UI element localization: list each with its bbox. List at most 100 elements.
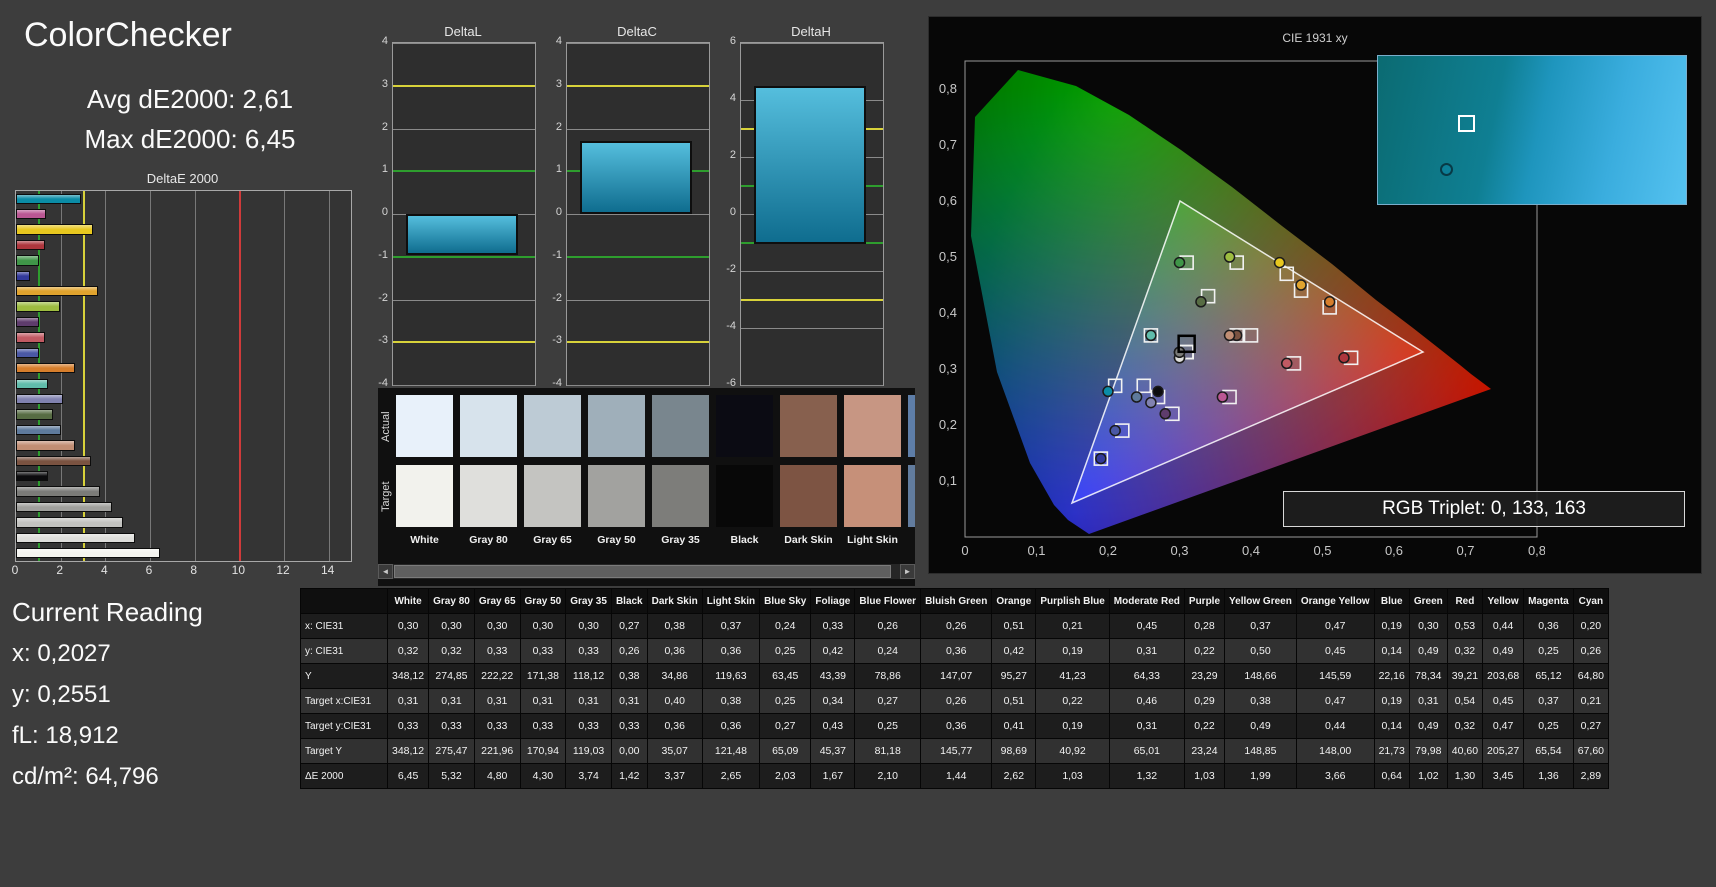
table-cell: 21,73 [1373, 738, 1410, 764]
cie-measured-point [1295, 279, 1307, 291]
deltae-bar [16, 409, 54, 420]
table-cell: 0,32 [386, 638, 430, 664]
table-cell: 0,37 [701, 613, 761, 639]
grid-line [393, 299, 535, 301]
deltae-chart-plot [15, 190, 352, 562]
swatch-scrollbar[interactable]: ◄ ► [378, 564, 915, 579]
row-label: Target x:CIE31 [300, 688, 388, 714]
yellow-reference-line [741, 298, 883, 301]
column-header: Blue [1373, 588, 1410, 614]
y-axis-tick-label: 0,5 [939, 249, 957, 264]
scroll-right-arrow[interactable]: ► [900, 564, 915, 579]
deltaC-chart: DeltaC -4 -3 -2 -1 0 1 2 3 4 [552, 24, 710, 404]
scrollbar-thumb[interactable] [394, 565, 891, 578]
swatch-label: Black [730, 534, 759, 546]
axis-tick-label: 6 [729, 35, 736, 47]
colorchecker-screen: ColorChecker Avg dE2000: 2,61 Max dE2000… [0, 0, 1716, 887]
actual-swatch[interactable] [844, 395, 901, 457]
swatch-label: Gray 80 [469, 534, 508, 546]
table-cell: 0,19 [1373, 613, 1410, 639]
axis-tick-label: 4 [381, 35, 388, 47]
row-label: y: CIE31 [300, 638, 388, 664]
target-swatch[interactable] [908, 465, 915, 527]
actual-swatch[interactable] [908, 395, 915, 457]
column-header: Orange Yellow [1295, 588, 1375, 614]
target-swatch[interactable] [460, 465, 517, 527]
table-cell: 348,12 [386, 663, 430, 689]
deltae-bar [16, 363, 75, 374]
deltae-bar [16, 501, 113, 513]
actual-swatch[interactable] [652, 395, 709, 457]
table-cell: 0,45 [1482, 688, 1525, 714]
swatch-label: Dark Skin [784, 534, 833, 546]
axis-tick-label: 0 [381, 206, 388, 218]
table-cell: 43,39 [810, 663, 856, 689]
table-cell: 3,45 [1482, 763, 1525, 789]
actual-swatch[interactable] [460, 395, 517, 457]
deltae-bar [16, 347, 39, 359]
table-cell: 0,37 [1523, 688, 1574, 714]
table-cell: 1,03 [1183, 763, 1226, 789]
table-cell: 0,21 [1572, 688, 1610, 714]
axis-tick-label: -3 [552, 334, 562, 347]
table-cell: 0,47 [1482, 713, 1525, 739]
grid-line [567, 214, 709, 215]
grid-line [741, 385, 883, 386]
column-header: Blue Sky [759, 588, 812, 614]
column-header: Gray 65 [473, 588, 521, 614]
y-axis-tick-label: 0,2 [939, 417, 957, 432]
table-row: Target x:CIE31 0,31 0,31 0,31 0,31 0,31 0,31 0,… [300, 688, 1610, 714]
table-cell: 119,03 [565, 738, 612, 764]
axis-tick-label: 14 [320, 563, 335, 577]
table-cell: 0,37 [1224, 613, 1297, 639]
table-cell: 1,32 [1108, 763, 1185, 789]
table-cell: 35,07 [646, 738, 703, 764]
cie-measured-point [1145, 396, 1157, 409]
actual-swatch[interactable] [524, 395, 581, 457]
table-cell: 148,85 [1224, 738, 1297, 764]
table-cell: 0,36 [646, 713, 703, 739]
table-cell: 1,42 [610, 763, 648, 789]
actual-swatch[interactable] [716, 395, 773, 457]
table-cell: 23,29 [1183, 663, 1226, 689]
table-cell: 0,36 [920, 713, 993, 739]
table-cell: 148,66 [1224, 663, 1297, 689]
scroll-left-arrow[interactable]: ◄ [378, 564, 393, 579]
deltae-bar [16, 548, 161, 559]
target-swatch[interactable] [780, 465, 837, 527]
actual-swatch[interactable] [588, 395, 645, 457]
x-axis-tick-label: 0,6 [1385, 543, 1403, 558]
green-reference-line [393, 170, 535, 173]
table-cell: 0,33 [428, 713, 475, 739]
table-cell: 0,31 [519, 688, 567, 714]
target-swatch[interactable] [716, 465, 773, 527]
target-swatch[interactable] [524, 465, 581, 527]
target-swatch[interactable] [396, 465, 453, 527]
target-swatch[interactable] [588, 465, 645, 527]
avg-de2000-value: Avg dE2000: 2,61 [86, 84, 294, 114]
deltae-bar [16, 239, 46, 251]
column-header: Foliage [810, 588, 856, 614]
y-axis-tick-label: 0,7 [939, 137, 957, 152]
axis-tick-label: -2 [726, 263, 736, 275]
actual-swatch[interactable] [780, 395, 837, 457]
table-cell: 0,31 [610, 688, 648, 714]
table-cell: 0,41 [991, 713, 1037, 739]
table-cell: 0,32 [1446, 713, 1484, 739]
grid-line [393, 128, 535, 130]
table-row: y: CIE31 0,32 0,32 0,33 0,33 0,33 0,26 0,36 0,36… [300, 638, 1610, 664]
reading-x: x: 0,2027 [12, 640, 111, 667]
axis-tick-label: -4 [726, 320, 736, 332]
grid-line [741, 328, 883, 329]
target-swatch[interactable] [844, 465, 901, 527]
target-swatch[interactable] [652, 465, 709, 527]
table-cell: 39,21 [1446, 663, 1484, 689]
max-de2000-value: Max dE2000: 6,45 [84, 124, 296, 154]
inset-measured-dot [1439, 162, 1453, 176]
actual-swatch[interactable] [396, 395, 453, 457]
deltae-bar [16, 270, 31, 281]
deltae-bar [16, 316, 39, 328]
table-row: Target y:CIE31 0,33 0,33 0,33 0,33 0,33 0,33 0,… [300, 713, 1610, 739]
cie-measured-point [1281, 357, 1293, 370]
table-cell: 0,30 [428, 613, 475, 639]
